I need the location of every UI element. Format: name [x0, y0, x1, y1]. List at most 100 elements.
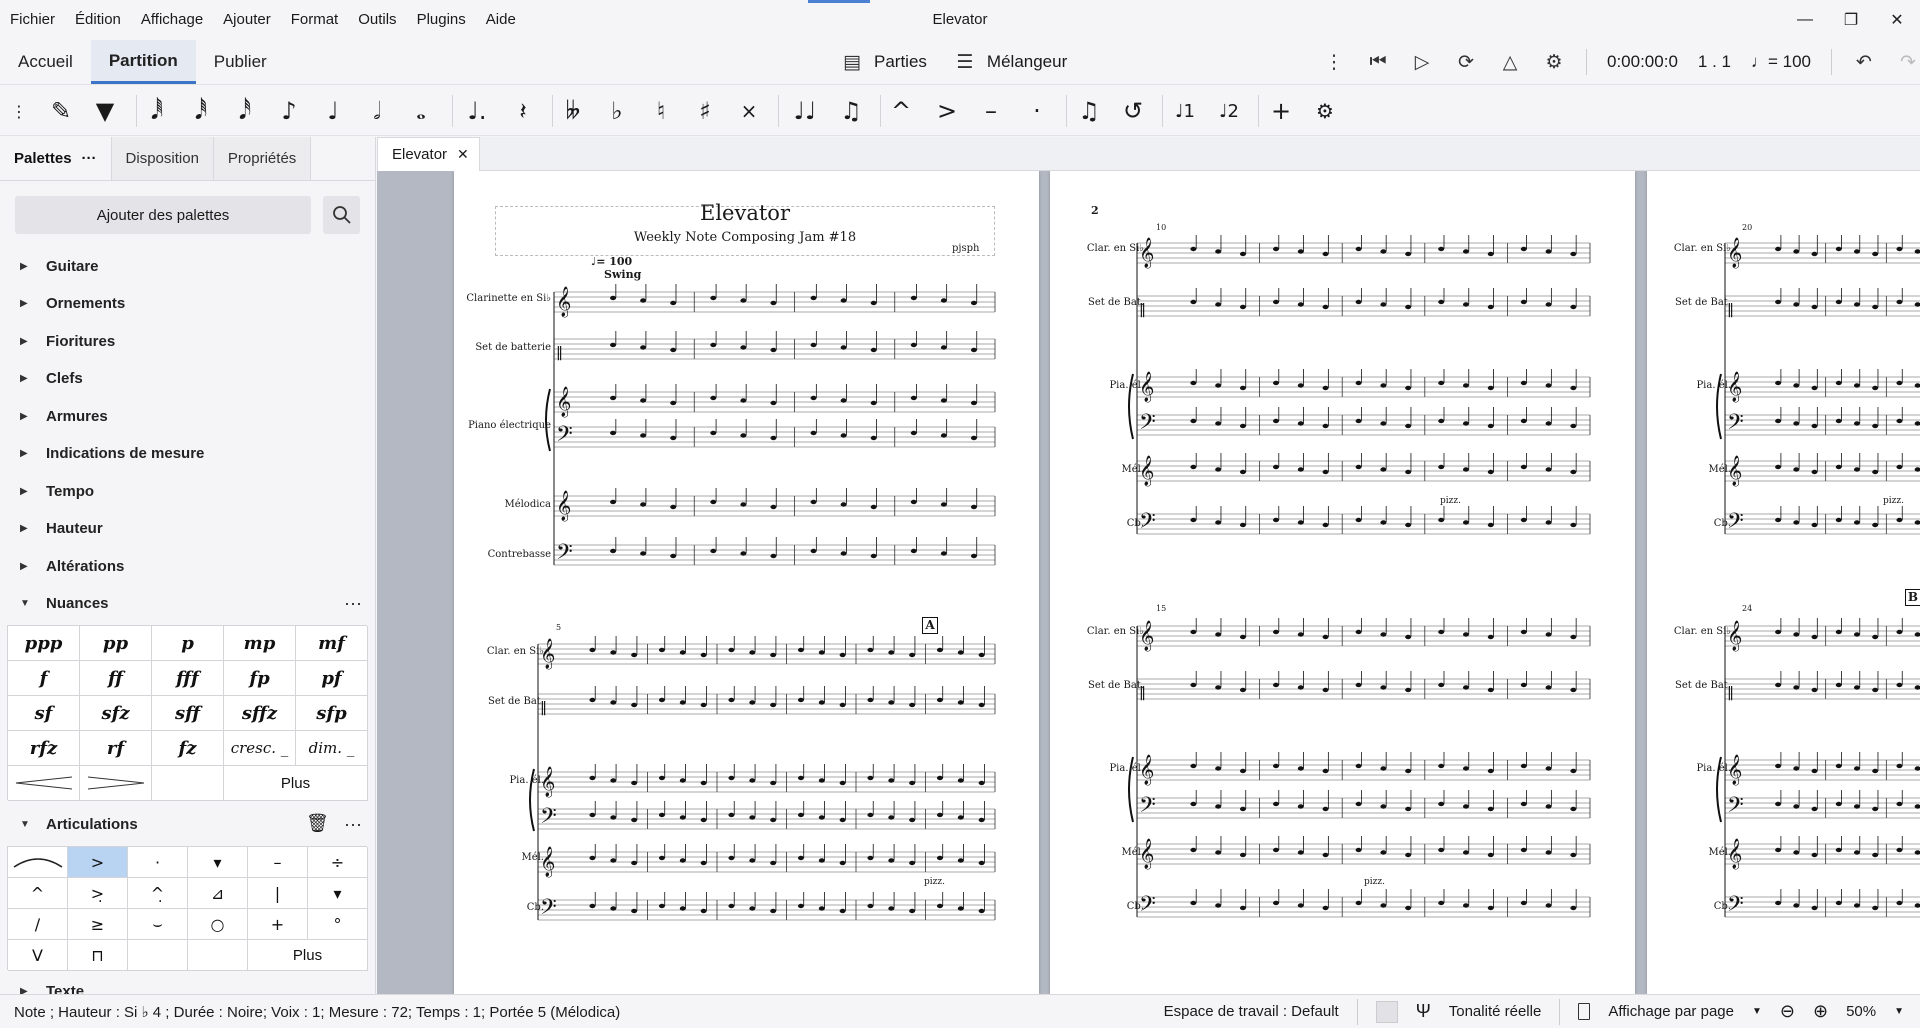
- sixty-fourth-note-icon[interactable]: 𝅘𝅥𝅲: [140, 95, 174, 127]
- redo-icon[interactable]: ↷: [1896, 50, 1920, 74]
- marcato-icon[interactable]: ^: [8, 878, 68, 909]
- quarter-note-icon[interactable]: ♩: [316, 95, 350, 127]
- close-icon[interactable]: ✕: [1874, 0, 1920, 40]
- staccato-icon[interactable]: ·: [128, 847, 188, 878]
- harmonic-icon[interactable]: ○: [188, 909, 248, 940]
- dynamic-sff[interactable]: sff: [152, 696, 224, 731]
- palette-tempo[interactable]: ▶ Tempo: [20, 483, 94, 500]
- menu-format[interactable]: Format: [281, 0, 349, 40]
- rest-icon[interactable]: 𝄽: [506, 95, 540, 127]
- down-bow-icon[interactable]: ⊓: [68, 940, 128, 971]
- marcato-icon[interactable]: ^: [884, 95, 918, 127]
- dynamic-rf[interactable]: rf: [80, 731, 152, 766]
- tuplet-icon[interactable]: ♫: [1072, 95, 1106, 127]
- double-flat-icon[interactable]: 𝄫: [556, 95, 590, 127]
- dotted-note-icon[interactable]: ♩.: [460, 95, 494, 127]
- palette-guitare[interactable]: ▶ Guitare: [20, 258, 99, 275]
- tab-accueil[interactable]: Accueil: [0, 40, 91, 84]
- pencil-icon[interactable]: ✎: [44, 95, 78, 127]
- unstress-icon[interactable]: ∕: [8, 909, 68, 940]
- dynamic-cresc[interactable]: cresc. _: [224, 731, 296, 766]
- palette-clefs[interactable]: ▶ Clefs: [20, 370, 83, 387]
- palette-nuances[interactable]: ▼ Nuances: [20, 595, 109, 612]
- menu-aide[interactable]: Aide: [476, 0, 526, 40]
- articulations-more-icon[interactable]: ···: [344, 814, 362, 835]
- marcato-tenuto-icon[interactable]: ⊿: [188, 878, 248, 909]
- dynamic-sf[interactable]: sf: [8, 696, 80, 731]
- undo-icon[interactable]: ↶: [1852, 50, 1876, 74]
- bend-icon[interactable]: ⌣: [128, 909, 188, 940]
- accent-staccato-icon[interactable]: >̣: [68, 878, 128, 909]
- restore-icon[interactable]: ❐: [1828, 0, 1874, 40]
- dynamic-sffz[interactable]: sffz: [224, 696, 296, 731]
- dynamic-ppp[interactable]: ppp: [8, 626, 80, 661]
- dynamic-pf[interactable]: pf: [296, 661, 368, 696]
- accent-icon[interactable]: >: [68, 847, 128, 878]
- sixteenth-note-icon[interactable]: 𝅘𝅥𝅰: [228, 95, 262, 127]
- palette-texte[interactable]: ▶ Texte: [20, 986, 84, 994]
- soft-accent-icon[interactable]: ≥: [68, 909, 128, 940]
- dynamic-ff[interactable]: ff: [80, 661, 152, 696]
- palette-alterations[interactable]: ▶ Altérations: [20, 558, 124, 575]
- dynamic-mp[interactable]: mp: [224, 626, 296, 661]
- close-tab-icon[interactable]: ✕: [457, 146, 469, 163]
- drag-handle-icon[interactable]: ⋮: [1322, 50, 1346, 74]
- metronome-icon[interactable]: △: [1498, 50, 1522, 74]
- add-palettes-button[interactable]: Ajouter des palettes: [15, 196, 311, 234]
- eighth-note-icon[interactable]: ♪: [272, 95, 306, 127]
- zoom-dropdown-icon[interactable]: ▼: [1894, 1006, 1904, 1017]
- up-bow-icon[interactable]: V: [8, 940, 68, 971]
- tenuto-icon[interactable]: –: [974, 95, 1008, 127]
- zoom-out-icon[interactable]: ⊖: [1780, 1001, 1795, 1022]
- accent-icon[interactable]: >: [930, 95, 964, 127]
- dynamic-pp[interactable]: pp: [80, 626, 152, 661]
- mixer-button[interactable]: ☰ Mélangeur: [953, 50, 1067, 74]
- parts-button[interactable]: ▤ Parties: [840, 50, 927, 74]
- open-icon[interactable]: °: [308, 909, 368, 940]
- staccatissimo-icon[interactable]: ▾: [188, 847, 248, 878]
- document-tab[interactable]: Elevator ✕: [377, 137, 480, 171]
- menu-plugins[interactable]: Plugins: [407, 0, 476, 40]
- palette-indications-de-mesure[interactable]: ▶ Indications de mesure: [20, 445, 204, 462]
- score-page-1[interactable]: Elevator Weekly Note Composing Jam #18 p…: [454, 171, 1039, 994]
- dynamic-p[interactable]: p: [152, 626, 224, 661]
- menu-fichier[interactable]: Fichier: [0, 0, 65, 40]
- thirty-second-note-icon[interactable]: 𝅘𝅥𝅱: [184, 95, 218, 127]
- slur-icon[interactable]: ♫: [834, 95, 868, 127]
- flip-direction-icon[interactable]: ↺: [1116, 95, 1150, 127]
- palette-ornements[interactable]: ▶ Ornements: [20, 295, 125, 312]
- dropdown-arrow-icon[interactable]: ▼: [1752, 1006, 1762, 1017]
- dynamic-fff[interactable]: fff: [152, 661, 224, 696]
- tab-publier[interactable]: Publier: [196, 40, 285, 84]
- dynamic-f[interactable]: f: [8, 661, 80, 696]
- play-icon[interactable]: ▷: [1410, 50, 1434, 74]
- double-sharp-icon[interactable]: ×: [732, 95, 766, 127]
- menu-edition[interactable]: Édition: [65, 0, 131, 40]
- tab-proprietes[interactable]: Propriétés: [213, 137, 312, 180]
- dynamic-rfz[interactable]: rfz: [8, 731, 80, 766]
- score-page-3[interactable]: 20 24 B Clar. en Si♭ Set de Bat. Pia. él…: [1647, 171, 1920, 994]
- slur-icon[interactable]: [8, 847, 68, 878]
- zoom-level[interactable]: 50%: [1846, 1003, 1876, 1020]
- dynamic-fp[interactable]: fp: [224, 661, 296, 696]
- palette-search-button[interactable]: [323, 196, 360, 234]
- voice-two-icon[interactable]: ♩2: [1212, 95, 1246, 127]
- stopped-icon[interactable]: +: [248, 909, 308, 940]
- dynamic-fz[interactable]: fz: [152, 731, 224, 766]
- palette-articulations[interactable]: ▼ Articulations: [20, 816, 138, 833]
- dynamic-mf[interactable]: mf: [296, 626, 368, 661]
- minimize-icon[interactable]: —: [1782, 0, 1828, 40]
- workspace-selector[interactable]: Espace de travail : Default: [1164, 1003, 1339, 1020]
- score-view[interactable]: Elevator Weekly Note Composing Jam #18 p…: [377, 171, 1920, 994]
- half-note-icon[interactable]: 𝅗𝅥: [360, 95, 394, 127]
- flat-icon[interactable]: ♭: [600, 95, 634, 127]
- dynamic-sfp[interactable]: sfp: [296, 696, 368, 731]
- more-icon[interactable]: ···: [82, 150, 97, 167]
- playback-settings-icon[interactable]: ⚙: [1542, 50, 1566, 74]
- menu-outils[interactable]: Outils: [348, 0, 406, 40]
- palette-armures[interactable]: ▶ Armures: [20, 408, 108, 425]
- stress-icon[interactable]: |: [248, 878, 308, 909]
- whole-note-icon[interactable]: 𝅝: [404, 95, 438, 127]
- natural-icon[interactable]: ♮: [644, 95, 678, 127]
- menu-ajouter[interactable]: Ajouter: [213, 0, 281, 40]
